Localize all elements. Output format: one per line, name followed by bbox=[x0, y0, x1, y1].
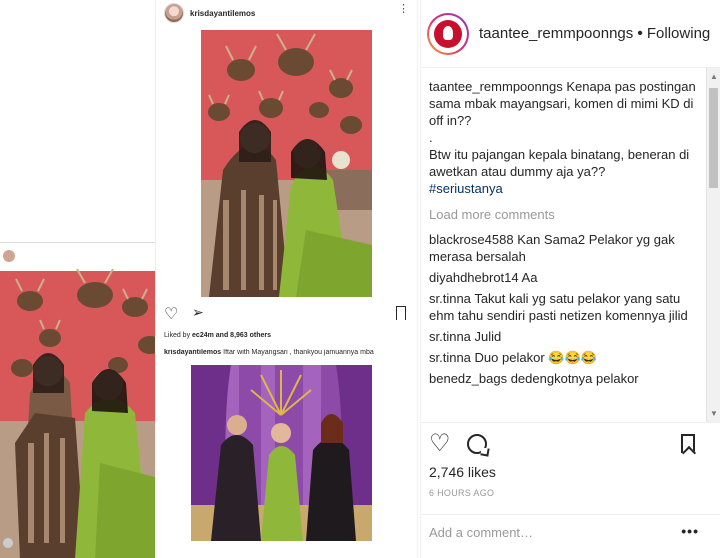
comment-item: blackrose4588 Kan Sama2 Pelakor yg gak m… bbox=[429, 231, 705, 265]
caption-username[interactable]: taantee_remmpoonngs bbox=[429, 79, 563, 94]
bottom-photo-image bbox=[191, 365, 372, 541]
post-timestamp[interactable]: 6 HOURS AGO bbox=[429, 488, 494, 498]
instagram-post-card: krisdayantilemos ⋮ ♡ ➢ Liked by ec24m an… bbox=[155, 0, 418, 558]
more-options-icon[interactable]: ⋮ bbox=[398, 4, 409, 15]
main-photo-image bbox=[201, 30, 372, 297]
post-header: taantee_remmpoonngs • Following bbox=[421, 0, 720, 68]
header-username[interactable]: taantee_remmpoonngs bbox=[479, 25, 633, 42]
post-card-likes-user[interactable]: ec24m bbox=[192, 332, 214, 339]
comment-username[interactable]: sr.tinna bbox=[429, 350, 471, 365]
comments-list: taantee_remmpoonngs Kenapa pas postingan… bbox=[429, 78, 705, 422]
comment-icon[interactable] bbox=[467, 434, 487, 454]
post-image-collage: krisdayantilemos ⋮ ♡ ➢ Liked by ec24m an… bbox=[0, 0, 420, 558]
hashtag-link[interactable]: #seriustanya bbox=[429, 181, 503, 196]
caption-text-3: Btw itu pajangan kepala binatang, benera… bbox=[429, 147, 690, 196]
heart-icon[interactable]: ♡ bbox=[429, 432, 451, 456]
bottom-post-photo bbox=[191, 365, 372, 541]
bookmark-icon[interactable] bbox=[396, 306, 406, 320]
comment-username[interactable]: benedz_bags bbox=[429, 371, 507, 386]
comments-scrollbar[interactable]: ▲ ▼ bbox=[706, 68, 720, 422]
post-card-caption: krisdayantilemos Iftar with Mayangsari ,… bbox=[164, 349, 374, 356]
send-icon[interactable]: ➢ bbox=[192, 304, 204, 321]
bookmark-icon[interactable] bbox=[681, 434, 695, 453]
profile-logo-icon bbox=[434, 19, 462, 48]
post-card-actions: ♡ ➢ bbox=[164, 304, 414, 324]
avatar[interactable] bbox=[427, 12, 469, 55]
comment-username[interactable]: diyahdhebrot14 bbox=[429, 270, 519, 285]
heart-icon[interactable]: ♡ bbox=[164, 304, 178, 324]
scrollbar-thumb[interactable] bbox=[709, 88, 718, 188]
cropped-post-photo bbox=[0, 242, 178, 558]
likes-count[interactable]: 2,746 likes bbox=[429, 464, 496, 480]
header-separator: • bbox=[637, 24, 643, 42]
comment-text: Duo pelakor 😂😂😂 bbox=[474, 350, 597, 365]
comment-text: dedengkotnya pelakor bbox=[510, 371, 639, 386]
more-options-icon[interactable]: ••• bbox=[681, 523, 699, 539]
post-card-header: krisdayantilemos ⋮ bbox=[156, 0, 417, 26]
comment-item: sr.tinna Duo pelakor 😂😂😂 bbox=[429, 349, 705, 366]
post-actions: ♡ 2,746 likes 6 HOURS AGO bbox=[421, 422, 720, 514]
comment-item: sr.tinna Takut kali yg satu pelakor yang… bbox=[429, 290, 705, 324]
post-comments-panel: taantee_remmpoonngs • Following taantee_… bbox=[420, 0, 720, 558]
comment-username[interactable]: sr.tinna bbox=[429, 291, 471, 306]
scroll-up-arrow-icon[interactable]: ▲ bbox=[710, 72, 718, 81]
scroll-down-arrow-icon[interactable]: ▼ bbox=[710, 409, 718, 418]
comment-item: diyahdhebrot14 Aa bbox=[429, 269, 705, 286]
post-card-avatar bbox=[164, 3, 184, 23]
main-post-photo bbox=[201, 30, 372, 297]
comment-item: sr.tinna Julid bbox=[429, 328, 705, 345]
comment-username[interactable]: sr.tinna bbox=[429, 329, 471, 344]
post-caption: taantee_remmpoonngs Kenapa pas postingan… bbox=[429, 78, 705, 129]
post-card-username[interactable]: krisdayantilemos bbox=[190, 9, 255, 18]
comment-text: Aa bbox=[521, 270, 538, 285]
cropped-photo-image bbox=[0, 243, 177, 558]
post-card-likes: Liked by ec24m and 8,963 others bbox=[164, 332, 272, 339]
following-button[interactable]: Following bbox=[647, 25, 710, 42]
caption-text-2: . bbox=[429, 130, 433, 145]
comment-input[interactable] bbox=[429, 525, 669, 540]
load-more-comments-button[interactable]: Load more comments bbox=[429, 206, 705, 223]
comment-text: Julid bbox=[474, 329, 502, 344]
add-comment-section: ••• bbox=[421, 514, 720, 558]
post-card-caption-user[interactable]: krisdayantilemos bbox=[164, 349, 221, 356]
comment-username[interactable]: blackrose4588 bbox=[429, 232, 514, 247]
comment-item: benedz_bags dedengkotnya pelakor bbox=[429, 370, 705, 387]
